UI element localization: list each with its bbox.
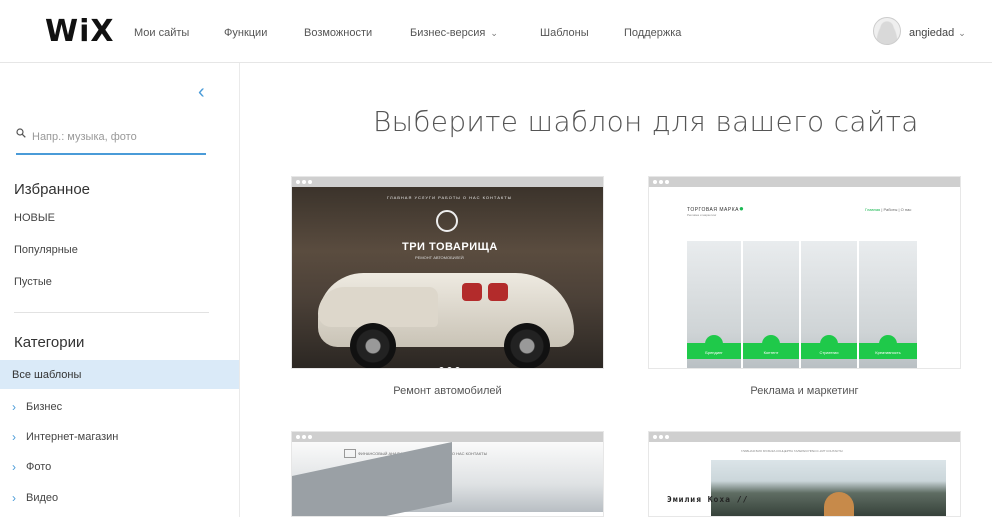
preview-title: ТРИ ТОВАРИЩА — [402, 241, 498, 253]
category-label: Видео — [26, 492, 59, 504]
sidebar-divider — [14, 312, 209, 313]
chevron-right-icon: › — [12, 400, 16, 414]
browser-bar — [649, 177, 960, 187]
preview-panel: Контент — [743, 241, 799, 368]
favorites-popular[interactable]: Популярные — [14, 244, 78, 256]
chevron-down-icon: ⌄ — [490, 28, 498, 38]
favorites-new[interactable]: НОВЫЕ — [14, 212, 55, 224]
category-video[interactable]: › Видео — [12, 491, 59, 505]
template-caption[interactable]: Реклама и маркетинг — [648, 385, 961, 397]
car-seat — [462, 283, 482, 301]
nav-business-label: Бизнес-версия — [410, 27, 486, 39]
template-card-auto-repair[interactable]: ГЛАВНАЯ УСЛУГИ РАБОТЫ О НАС КОНТАКТЫ ТРИ… — [291, 176, 604, 369]
search-input[interactable] — [30, 123, 204, 151]
category-label: Бизнес — [26, 401, 63, 413]
preview-nav: ГЛАВНАЯ УСЛУГИ РАБОТЫ О НАС КОНТАКТЫ — [387, 195, 513, 200]
chevron-down-icon: ⌄ — [958, 28, 966, 38]
brand-dot: ● — [738, 204, 745, 213]
browser-bar — [649, 432, 960, 442]
preview-link: Работы — [883, 207, 898, 212]
preview-logo-box — [344, 449, 356, 458]
template-preview-image: ФИНАНСОВЫЙ АНАЛИЗ ГЛАВНАЯ ПОРТФОЛИО О НА… — [292, 441, 603, 516]
panel-label: Стратегии — [819, 350, 839, 355]
nav-templates[interactable]: Шаблоны — [540, 27, 589, 39]
nav-features[interactable]: Функции — [224, 27, 267, 39]
preview-panel: Креативность — [859, 241, 917, 368]
search-box[interactable] — [16, 123, 206, 155]
username: angiedad — [909, 27, 955, 39]
preview-subtitle: РЕМОНТ АВТОМОБИЛЕЙ — [415, 255, 464, 260]
preview-person — [824, 492, 854, 516]
nav-business[interactable]: Бизнес-версия ⌄ — [410, 27, 498, 39]
panel-label: Брендинг — [705, 350, 723, 355]
browser-bar — [292, 177, 603, 187]
nav-possibilities[interactable]: Возможности — [304, 27, 372, 39]
category-all-templates[interactable]: Все шаблоны — [0, 360, 239, 389]
avatar[interactable] — [873, 17, 901, 45]
page-title: Выберите шаблон для вашего сайта — [373, 105, 919, 138]
template-caption[interactable]: Ремонт автомобилей — [291, 385, 604, 397]
preview-brand: ТОРГОВАЯ МАРКА● — [687, 204, 744, 213]
template-card-marketing[interactable]: ТОРГОВАЯ МАРКА● Реклама и маркетинг Глав… — [648, 176, 961, 369]
car-wheel — [350, 323, 396, 368]
slider-dots[interactable] — [439, 359, 463, 368]
user-menu[interactable]: angiedad ⌄ — [909, 27, 966, 39]
template-preview-image: ГЛАВНАЯ БИО МУЗЫКА КОНЦЕРТЫ ГАЛЕРЕЯ ПРЕС… — [649, 442, 960, 516]
category-photo[interactable]: › Фото — [12, 460, 52, 474]
preview-panel: Стратегии — [801, 241, 857, 368]
preview-name: Эмилия Коха // — [667, 495, 749, 504]
preview-panel: Брендинг — [687, 241, 741, 368]
preview-links: Главная | Работы | О нас — [865, 207, 912, 212]
wix-logo[interactable]: WiX — [45, 14, 115, 49]
chevron-right-icon: › — [12, 460, 16, 474]
template-card-musician[interactable]: ГЛАВНАЯ БИО МУЗЫКА КОНЦЕРТЫ ГАЛЕРЕЯ ПРЕС… — [648, 431, 961, 517]
car-seat — [488, 283, 508, 301]
categories-title: Категории — [14, 334, 85, 351]
nav-support[interactable]: Поддержка — [624, 27, 681, 39]
panel-label: Контент — [763, 350, 779, 355]
chevron-right-icon: › — [12, 491, 16, 505]
favorites-blank[interactable]: Пустые — [14, 276, 52, 288]
browser-bar — [292, 432, 603, 442]
category-label: Интернет-магазин — [26, 431, 119, 443]
car-wheel — [504, 323, 550, 368]
collapse-sidebar-icon[interactable]: ‹ — [198, 81, 205, 104]
chevron-right-icon: › — [12, 430, 16, 444]
panel-label: Креативность — [875, 350, 901, 355]
search-icon — [16, 128, 26, 138]
car-hood — [318, 287, 438, 327]
preview-link: О нас — [900, 207, 912, 212]
preview-link: Главная — [865, 207, 881, 212]
template-card-finance[interactable]: ФИНАНСОВЫЙ АНАЛИЗ ГЛАВНАЯ ПОРТФОЛИО О НА… — [291, 431, 604, 517]
nav-my-sites[interactable]: Мои сайты — [134, 27, 189, 39]
top-navigation: WiX Мои сайты Функции Возможности Бизнес… — [0, 0, 992, 63]
category-label: Фото — [26, 461, 52, 473]
template-preview-image: ТОРГОВАЯ МАРКА● Реклама и маркетинг Глав… — [649, 187, 960, 368]
preview-brand-sub: Реклама и маркетинг — [687, 213, 717, 217]
preview-nav: ГЛАВНАЯ БИО МУЗЫКА КОНЦЕРТЫ ГАЛЕРЕЯ ПРЕС… — [741, 449, 843, 453]
favorites-title: Избранное — [14, 181, 91, 198]
category-online-store[interactable]: › Интернет-магазин — [12, 430, 119, 444]
wrench-icon — [436, 210, 458, 232]
template-preview-image: ГЛАВНАЯ УСЛУГИ РАБОТЫ О НАС КОНТАКТЫ ТРИ… — [292, 187, 603, 368]
category-business[interactable]: › Бизнес — [12, 400, 63, 414]
category-all-label: Все шаблоны — [12, 369, 82, 381]
